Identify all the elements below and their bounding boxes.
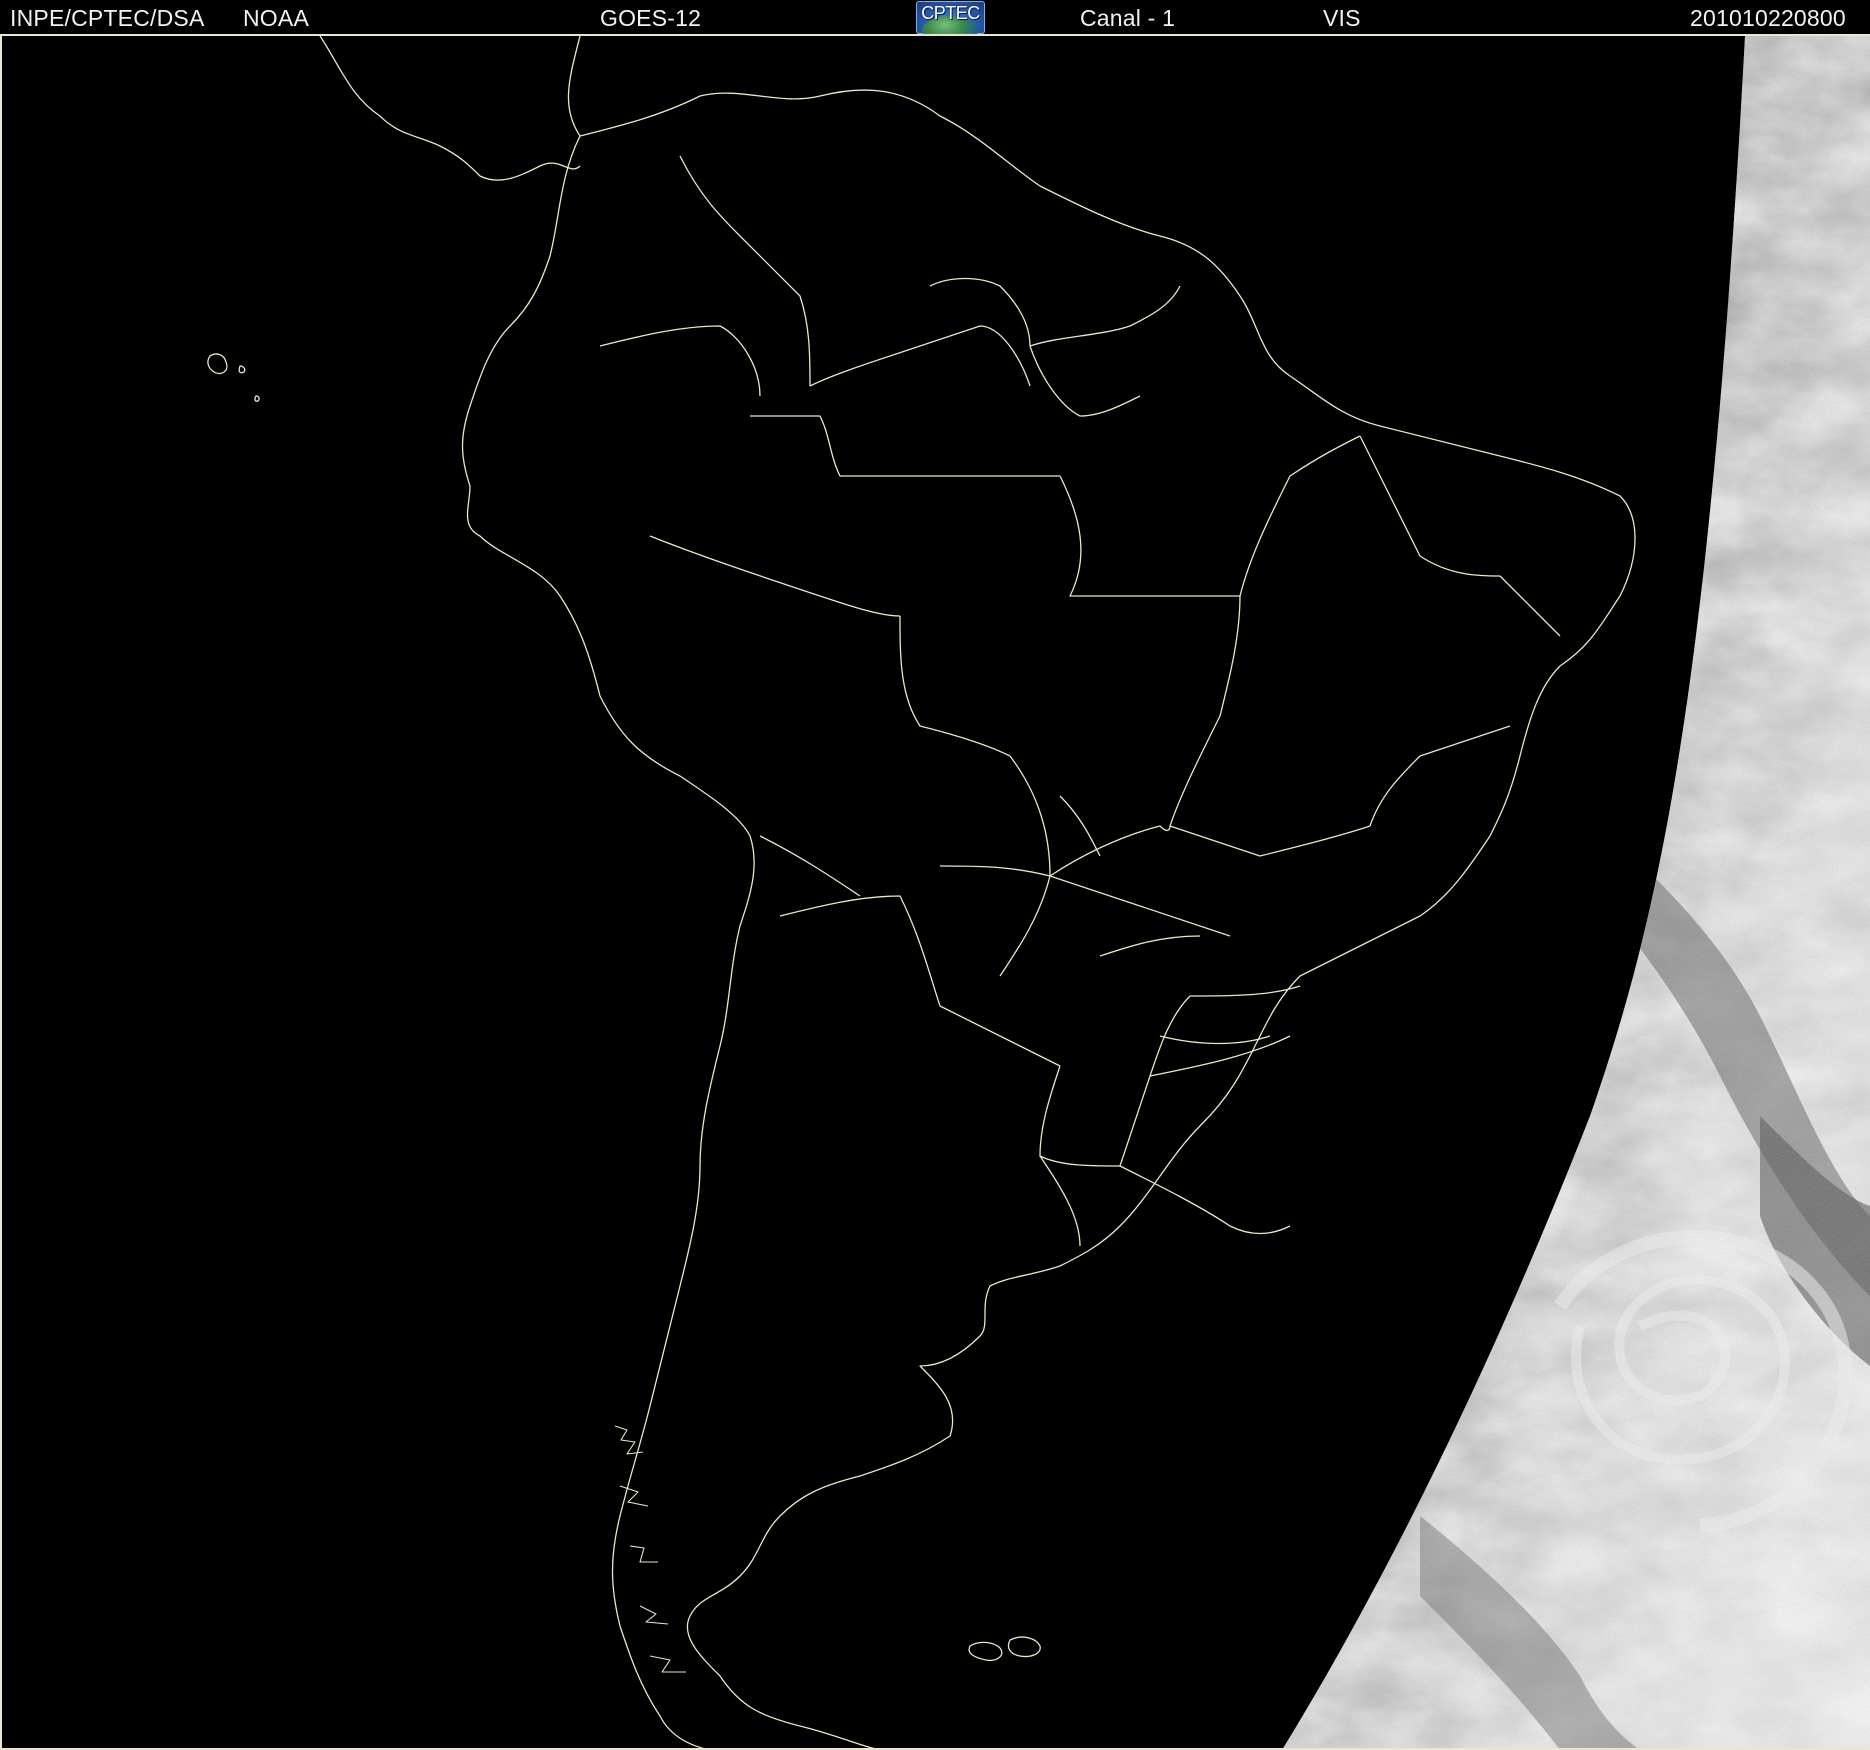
satellite-label: GOES-12 <box>600 5 702 31</box>
band-label: VIS <box>1323 5 1361 31</box>
logo-text: CPTEC <box>921 3 980 23</box>
satellite-image-frame: INPE/CPTEC/DSA NOAA GOES-12 CPTEC Canal … <box>0 0 1870 1750</box>
cloud-imagery <box>1282 36 1870 1750</box>
satellite-map <box>0 36 1870 1750</box>
map-canvas <box>0 36 1870 1750</box>
coastline-borders <box>207 36 1636 1750</box>
timestamp-label: 201010220800 <box>1690 5 1846 31</box>
channel-label: Canal - 1 <box>1080 5 1176 31</box>
agency-label: INPE/CPTEC/DSA <box>10 5 205 31</box>
image-header-bar: INPE/CPTEC/DSA NOAA GOES-12 CPTEC Canal … <box>0 0 1870 36</box>
provider-label: NOAA <box>243 5 309 31</box>
cptec-logo: CPTEC <box>916 1 985 34</box>
